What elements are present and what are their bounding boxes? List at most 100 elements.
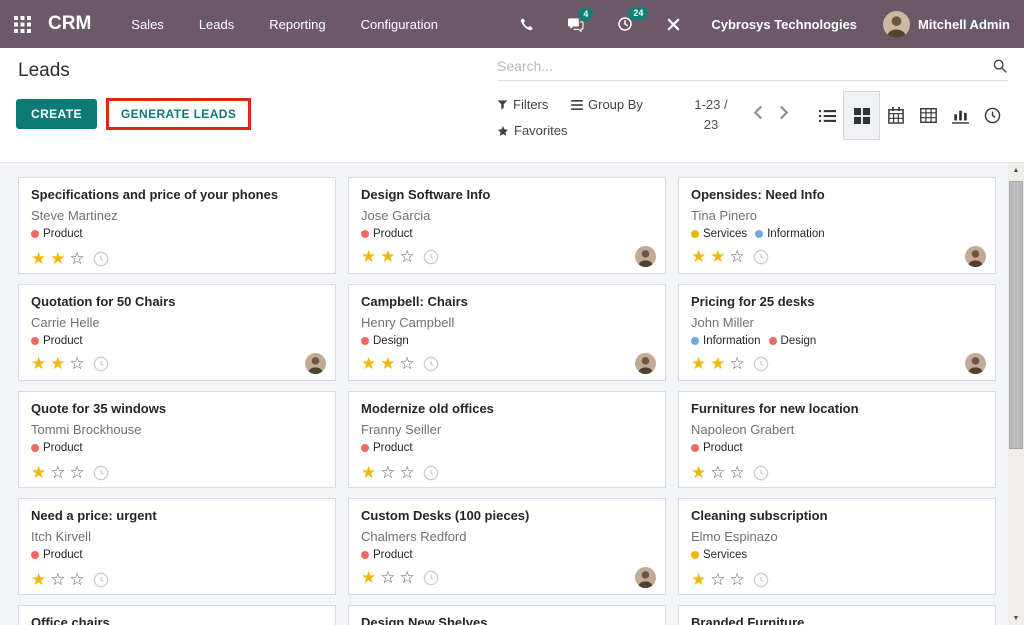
- star-empty-icon[interactable]: ☆: [730, 355, 745, 372]
- activity-clock-icon[interactable]: [423, 570, 439, 586]
- star-filled-icon[interactable]: ★: [31, 355, 46, 372]
- salesperson-avatar[interactable]: [635, 353, 656, 374]
- tools-icon[interactable]: [666, 17, 681, 32]
- phone-icon[interactable]: [519, 17, 534, 32]
- lead-card[interactable]: Quotation for 50 Chairs Carrie Helle Pro…: [18, 284, 336, 381]
- salesperson-avatar[interactable]: [635, 246, 656, 267]
- activity-clock-icon[interactable]: [93, 251, 109, 267]
- star-empty-icon[interactable]: ☆: [380, 464, 395, 481]
- user-name[interactable]: Mitchell Admin: [918, 17, 1010, 32]
- priority-stars[interactable]: ★☆☆: [691, 571, 745, 588]
- company-name[interactable]: Cybrosys Technologies: [711, 17, 857, 32]
- favorites-button[interactable]: Favorites: [497, 123, 589, 138]
- star-empty-icon[interactable]: ☆: [400, 569, 415, 586]
- create-button[interactable]: CREATE: [16, 99, 97, 129]
- star-empty-icon[interactable]: ☆: [50, 571, 65, 588]
- star-empty-icon[interactable]: ☆: [730, 571, 745, 588]
- star-empty-icon[interactable]: ☆: [730, 248, 745, 265]
- star-filled-icon[interactable]: ★: [380, 248, 395, 265]
- star-filled-icon[interactable]: ★: [710, 248, 725, 265]
- star-empty-icon[interactable]: ☆: [380, 569, 395, 586]
- star-empty-icon[interactable]: ☆: [70, 571, 85, 588]
- group-by-button[interactable]: Group By: [571, 97, 663, 112]
- filters-button[interactable]: Filters: [497, 97, 571, 112]
- star-empty-icon[interactable]: ☆: [50, 464, 65, 481]
- star-filled-icon[interactable]: ★: [691, 248, 706, 265]
- search-icon[interactable]: [992, 58, 1008, 74]
- star-filled-icon[interactable]: ★: [361, 248, 376, 265]
- salesperson-avatar[interactable]: [305, 353, 326, 374]
- star-filled-icon[interactable]: ★: [691, 464, 706, 481]
- star-filled-icon[interactable]: ★: [31, 571, 46, 588]
- lead-card[interactable]: Opensides: Need Info Tina Pinero Service…: [678, 177, 996, 274]
- star-filled-icon[interactable]: ★: [710, 355, 725, 372]
- activity-clock-icon[interactable]: [423, 356, 439, 372]
- activity-clock-icon[interactable]: [753, 249, 769, 265]
- star-filled-icon[interactable]: ★: [361, 464, 376, 481]
- activity-clock-icon[interactable]: [93, 465, 109, 481]
- user-avatar[interactable]: [883, 11, 910, 38]
- activity-clock-icon[interactable]: [93, 572, 109, 588]
- vertical-scrollbar[interactable]: ▲ ▼: [1008, 163, 1024, 625]
- lead-card[interactable]: Quote for 35 windows Tommi Brockhouse Pr…: [18, 391, 336, 488]
- priority-stars[interactable]: ★★ ☆: [361, 248, 415, 265]
- activity-clock-icon[interactable]: [93, 356, 109, 372]
- messages-icon[interactable]: 4: [567, 17, 584, 32]
- star-filled-icon[interactable]: ★: [50, 250, 65, 267]
- apps-menu-icon[interactable]: [0, 0, 44, 48]
- priority-stars[interactable]: ★★ ☆: [691, 355, 745, 372]
- star-filled-icon[interactable]: ★: [691, 571, 706, 588]
- star-empty-icon[interactable]: ☆: [70, 464, 85, 481]
- search-input[interactable]: [497, 58, 992, 74]
- lead-card[interactable]: Office chairs: [18, 605, 336, 625]
- star-empty-icon[interactable]: ☆: [730, 464, 745, 481]
- activity-clock-icon[interactable]: [753, 572, 769, 588]
- priority-stars[interactable]: ★☆☆: [361, 569, 415, 586]
- lead-card[interactable]: Custom Desks (100 pieces) Chalmers Redfo…: [348, 498, 666, 595]
- activity-view-button[interactable]: [976, 91, 1008, 140]
- menu-configuration[interactable]: Configuration: [361, 17, 438, 32]
- graph-view-button[interactable]: [944, 91, 976, 140]
- lead-card[interactable]: Branded Furniture: [678, 605, 996, 625]
- lead-card[interactable]: Modernize old offices Franny Seiller Pro…: [348, 391, 666, 488]
- star-empty-icon[interactable]: ☆: [70, 250, 85, 267]
- lead-card[interactable]: Cleaning subscription Elmo Espinazo Serv…: [678, 498, 996, 595]
- priority-stars[interactable]: ★★ ☆: [31, 355, 85, 372]
- lead-card[interactable]: Furnitures for new location Napoleon Gra…: [678, 391, 996, 488]
- salesperson-avatar[interactable]: [965, 353, 986, 374]
- priority-stars[interactable]: ★☆☆: [31, 571, 85, 588]
- star-empty-icon[interactable]: ☆: [400, 248, 415, 265]
- priority-stars[interactable]: ★☆☆: [361, 464, 415, 481]
- activities-icon[interactable]: 24: [617, 16, 633, 32]
- pager-previous-button[interactable]: [753, 105, 763, 120]
- priority-stars[interactable]: ★★☆: [361, 355, 415, 372]
- calendar-view-button[interactable]: [880, 91, 912, 140]
- menu-reporting[interactable]: Reporting: [269, 17, 325, 32]
- lead-card[interactable]: Specifications and price of your phones …: [18, 177, 336, 274]
- star-empty-icon[interactable]: ☆: [70, 355, 85, 372]
- scroll-down-arrow[interactable]: ▼: [1008, 611, 1024, 625]
- list-view-button[interactable]: [811, 91, 843, 140]
- lead-card[interactable]: Need a price: urgent Itch Kirvell Produc…: [18, 498, 336, 595]
- priority-stars[interactable]: ★☆☆: [31, 464, 85, 481]
- pager-next-button[interactable]: [779, 105, 789, 120]
- lead-card[interactable]: Design Software Info Jose Garcia Product…: [348, 177, 666, 274]
- priority-stars[interactable]: ★★ ☆: [691, 248, 745, 265]
- app-name[interactable]: CRM: [48, 13, 91, 35]
- star-filled-icon[interactable]: ★: [50, 355, 65, 372]
- star-filled-icon[interactable]: ★: [31, 464, 46, 481]
- pivot-view-button[interactable]: [912, 91, 944, 140]
- star-filled-icon[interactable]: ★: [691, 355, 706, 372]
- activity-clock-icon[interactable]: [423, 249, 439, 265]
- star-filled-icon[interactable]: ★: [380, 355, 395, 372]
- activity-clock-icon[interactable]: [753, 465, 769, 481]
- star-filled-icon[interactable]: ★: [31, 250, 46, 267]
- generate-leads-button[interactable]: GENERATE LEADS: [109, 101, 248, 127]
- star-empty-icon[interactable]: ☆: [710, 464, 725, 481]
- salesperson-avatar[interactable]: [965, 246, 986, 267]
- lead-card[interactable]: Design New Shelves: [348, 605, 666, 625]
- scrollbar-thumb[interactable]: [1009, 181, 1023, 449]
- menu-leads[interactable]: Leads: [199, 17, 234, 32]
- lead-card[interactable]: Pricing for 25 desks John Miller Informa…: [678, 284, 996, 381]
- salesperson-avatar[interactable]: [635, 567, 656, 588]
